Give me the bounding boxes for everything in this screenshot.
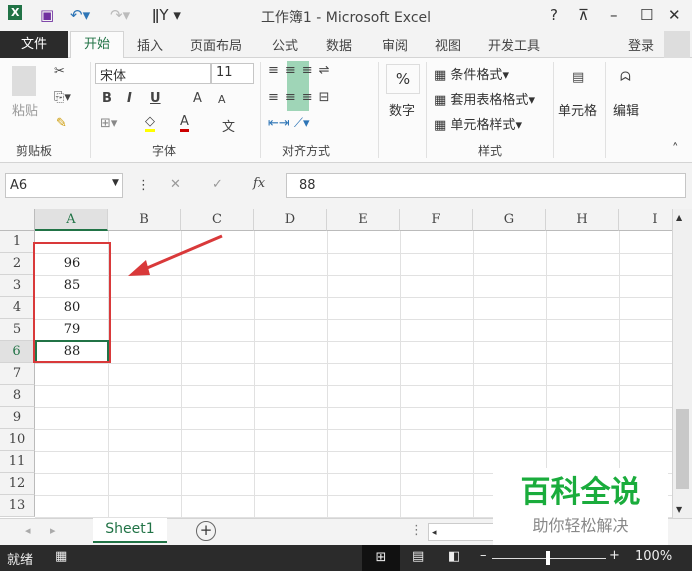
formula-bar: A6 ▼ ⋮ ✕ ✓ fx 88 xyxy=(0,163,692,209)
scroll-left-icon[interactable]: ◂ xyxy=(429,528,437,538)
tab-review[interactable]: 审阅 xyxy=(382,35,408,54)
ribbon: 粘贴 ✂ ⎘▾ ✎ 剪贴板 宋体 11 B I U A A ⊞▾ ◇ A 文 字… xyxy=(0,58,692,163)
watermark-subtitle: 助你轻松解决 xyxy=(532,516,629,535)
font-name-select[interactable]: 宋体 xyxy=(95,63,211,84)
ribbon-display-button[interactable]: ⊼ xyxy=(578,6,589,24)
group-clipboard-label: 剪贴板 xyxy=(16,144,53,158)
paste-button[interactable]: 粘贴 xyxy=(12,100,38,119)
cells-button[interactable]: 单元格 xyxy=(558,100,597,119)
close-button[interactable]: ✕ xyxy=(668,6,681,24)
format-as-table-label: 套用表格格式 xyxy=(450,93,529,108)
tab-home[interactable]: 开始 xyxy=(70,31,124,59)
formula-input[interactable]: 88 xyxy=(286,173,686,198)
italic-button[interactable]: I xyxy=(127,91,132,106)
next-sheet-icon[interactable]: ▸ xyxy=(50,524,56,537)
enter-button[interactable]: ✓ xyxy=(212,177,223,192)
cut-icon[interactable]: ✂ xyxy=(54,64,65,79)
format-painter-icon[interactable]: ✎ xyxy=(56,116,67,131)
scroll-down-icon[interactable]: ▼ xyxy=(676,505,682,514)
find-binoculars-icon: ᗣ xyxy=(620,70,631,85)
grow-font-button[interactable]: A xyxy=(193,91,202,106)
macro-record-icon[interactable]: ▦ xyxy=(55,549,67,564)
collapse-ribbon-icon[interactable]: ˄ xyxy=(672,142,679,157)
group-font-label: 字体 xyxy=(152,144,177,158)
cells-icon: ▤ xyxy=(572,70,585,85)
tab-view[interactable]: 视图 xyxy=(435,35,461,54)
minimize-button[interactable]: – xyxy=(610,6,618,24)
more-icon: ⋮ xyxy=(137,178,150,193)
prev-sheet-icon[interactable]: ◂ xyxy=(25,524,31,537)
font-color-button[interactable]: A xyxy=(180,114,189,132)
new-sheet-icon[interactable]: + xyxy=(196,521,216,541)
maximize-button[interactable]: ☐ xyxy=(640,6,653,24)
insert-function-button[interactable]: fx xyxy=(253,176,265,191)
indent-icons[interactable]: ⇤⇥ ⟋▾ xyxy=(268,116,310,131)
sign-in-link[interactable]: 登录 xyxy=(628,35,654,54)
page-break-view-icon[interactable]: ◧ xyxy=(448,549,460,564)
name-box[interactable]: A6 xyxy=(5,173,123,198)
normal-view-icon[interactable]: ⊞ xyxy=(362,545,400,571)
number-format-button[interactable]: % xyxy=(386,64,420,94)
zoom-out-button[interactable]: – xyxy=(480,548,487,563)
cancel-button[interactable]: ✕ xyxy=(170,177,181,192)
number-label[interactable]: 数字 xyxy=(389,100,415,119)
vertical-align-icons[interactable]: ≡≡≡⇌ xyxy=(268,63,336,78)
help-button[interactable]: ? xyxy=(550,6,558,24)
group-styles-label: 样式 xyxy=(478,144,503,158)
shrink-font-button[interactable]: A xyxy=(218,93,226,106)
watermark: 百科全说 助你轻松解决 xyxy=(493,468,668,545)
zoom-level[interactable]: 100% xyxy=(635,549,672,564)
paste-icon[interactable] xyxy=(12,66,36,96)
vertical-scrollbar[interactable]: ▲ ▼ xyxy=(672,209,692,518)
phonetic-button[interactable]: 文 xyxy=(222,116,235,135)
horizontal-scrollbar[interactable]: ◂ xyxy=(428,523,498,541)
scroll-up-icon[interactable]: ▲ xyxy=(676,213,682,222)
group-alignment-label: 对齐方式 xyxy=(282,144,331,158)
scroll-thumb[interactable] xyxy=(676,409,689,489)
tab-formulas[interactable]: 公式 xyxy=(272,35,298,54)
borders-icon[interactable]: ⊞▾ xyxy=(100,116,117,131)
splitter-icon[interactable]: ⋮ xyxy=(410,523,423,538)
tab-page-layout[interactable]: 页面布局 xyxy=(190,35,242,54)
title-bar: X ▣ ↶▾ ↷▾ ǁY ▾ 工作簿1 - Microsoft Excel ? … xyxy=(0,0,692,31)
editing-button[interactable]: 编辑 xyxy=(613,100,639,119)
zoom-slider-thumb[interactable] xyxy=(546,551,550,565)
conditional-format-button[interactable]: ▦ 条件格式▾ xyxy=(434,64,509,83)
status-ready: 就绪 xyxy=(7,553,34,568)
bold-button[interactable]: B xyxy=(102,91,112,106)
sheet-tab-sheet1[interactable]: Sheet1 xyxy=(93,518,167,543)
page-layout-view-icon[interactable]: ▤ xyxy=(412,549,424,564)
cell-styles-button[interactable]: ▦ 单元格样式▾ xyxy=(434,114,522,133)
ribbon-tabs: 文件 开始 插入 页面布局 公式 数据 审阅 视图 开发工具 登录 xyxy=(0,31,692,59)
underline-button[interactable]: U xyxy=(150,91,161,106)
tab-file[interactable]: 文件 xyxy=(0,31,68,58)
tab-data[interactable]: 数据 xyxy=(326,35,352,54)
tab-insert[interactable]: 插入 xyxy=(137,35,163,54)
name-box-dropdown-icon[interactable]: ▼ xyxy=(112,178,119,188)
copy-icon[interactable]: ⎘▾ xyxy=(54,90,71,105)
zoom-in-button[interactable]: + xyxy=(609,548,620,563)
avatar[interactable] xyxy=(664,31,690,58)
status-bar: 就绪 ▦ ⊞ ▤ ◧ – + 100% xyxy=(0,545,692,571)
tab-developer[interactable]: 开发工具 xyxy=(488,35,540,54)
fill-color-icon[interactable]: ◇ xyxy=(145,114,155,132)
font-size-select[interactable]: 11 xyxy=(211,63,254,84)
format-as-table-button[interactable]: ▦ 套用表格格式▾ xyxy=(434,89,535,108)
watermark-title: 百科全说 xyxy=(520,475,641,510)
conditional-format-label: 条件格式 xyxy=(450,68,503,83)
cell-styles-label: 单元格样式 xyxy=(450,118,516,133)
horizontal-align-icons[interactable]: ≡≡≡⊟ xyxy=(268,90,336,105)
